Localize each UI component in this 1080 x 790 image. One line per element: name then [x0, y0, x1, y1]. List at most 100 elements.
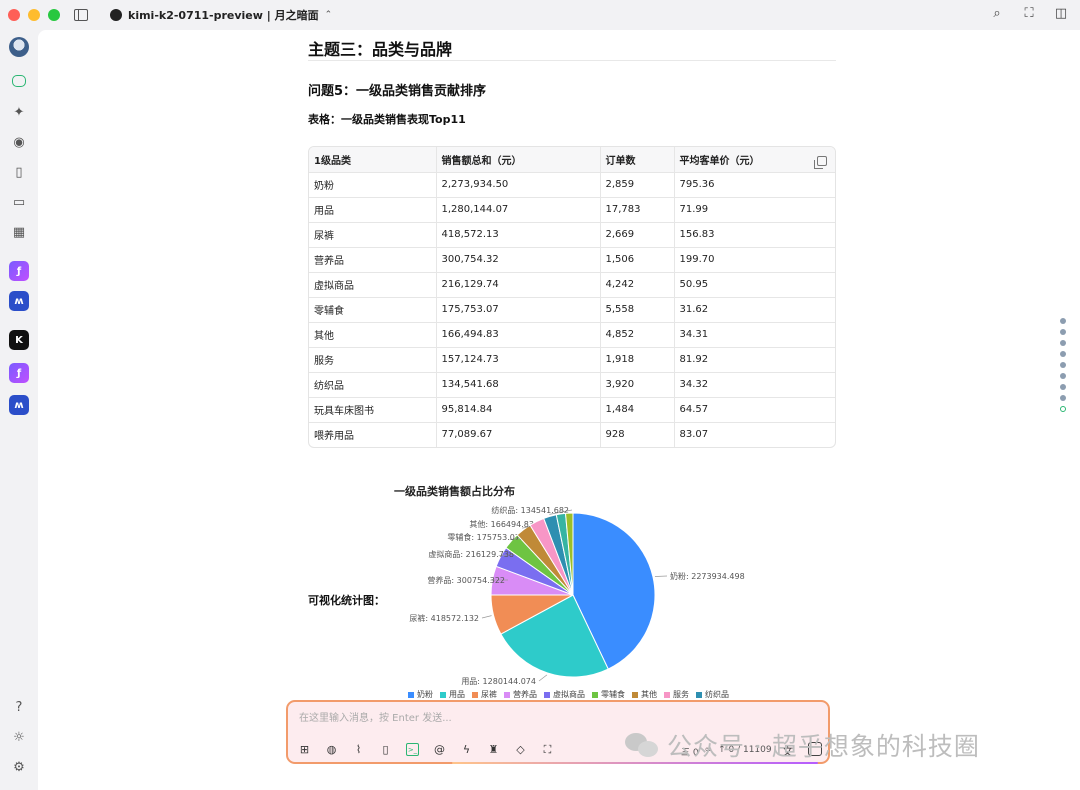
file-icon[interactable]: ▯	[9, 162, 29, 182]
table-header-cell: 销售额总和（元）	[436, 147, 601, 173]
table-cell: 175,753.07	[436, 297, 601, 323]
toggle-sidebar-icon[interactable]	[74, 9, 88, 21]
legend-item[interactable]: 奶粉	[408, 689, 433, 700]
search-icon[interactable]: ⌕	[990, 7, 1004, 21]
brush-icon[interactable]: ♜	[487, 743, 500, 756]
app-k-icon[interactable]: K	[9, 330, 29, 350]
legend-swatch	[592, 691, 598, 698]
legend-item[interactable]: 虚拟商品	[544, 689, 585, 700]
table-cell: 83.07	[679, 429, 709, 441]
lightning-icon[interactable]: ϟ	[460, 743, 473, 756]
legend-label: 用品	[449, 690, 465, 699]
table-row: 虚拟商品 216,129.74 4,242 50.95	[309, 272, 835, 298]
nav-dot[interactable]	[1060, 395, 1066, 401]
chat-content: 主题三：品类与品牌 问题5：一级品类销售贡献排序 表格：一级品类销售表现Top1…	[38, 30, 1080, 790]
heading-divider	[308, 60, 836, 61]
eraser-icon[interactable]: ◇	[514, 743, 527, 756]
document-icon[interactable]: ▯	[379, 743, 392, 756]
pie-chart: 奶粉: 2273934.498 用品: 1280144.074 尿裤: 418572…	[384, 473, 762, 703]
table-row: 玩具车床图书 95,814.84 1,484 64.57	[309, 397, 835, 423]
legend-item[interactable]: 营养品	[504, 689, 537, 700]
table-cell: 17,783	[600, 197, 675, 223]
app-purple-icon[interactable]: ƒ	[9, 261, 29, 281]
chart-legend: 奶粉 用品 尿裤 营养品 虚拟商品 零辅食 其他 服务 纺织品	[408, 689, 729, 700]
close-window-button[interactable]	[8, 9, 20, 21]
input-toolbar: ⊞ ◍ ⌇ ▯ >_ @ ϟ ♜ ◇ ⛶	[298, 743, 554, 756]
nav-dot[interactable]	[1060, 351, 1066, 357]
new-chat-icon[interactable]: ⊞	[298, 743, 311, 756]
nav-dot[interactable]	[1060, 340, 1066, 346]
right-panel-icon[interactable]: ◫	[1054, 7, 1068, 21]
slice-label: 奶粉: 2273934.498	[670, 571, 745, 581]
help-icon[interactable]: ?	[9, 697, 29, 717]
legend-item[interactable]: 用品	[440, 689, 465, 700]
legend-item[interactable]: 服务	[664, 689, 689, 700]
model-selector-chevron-icon[interactable]: ⌃	[325, 10, 333, 20]
user-avatar[interactable]	[9, 37, 29, 57]
apps-grid-icon[interactable]: ▦	[9, 222, 29, 242]
table-caption: 表格：一级品类销售表现Top11	[308, 113, 466, 126]
table-cell: 用品	[309, 197, 437, 223]
nav-dot[interactable]	[1060, 406, 1066, 412]
legend-item[interactable]: 其他	[632, 689, 657, 700]
legend-label: 尿裤	[481, 690, 497, 699]
model-selector-title[interactable]: kimi-k2-0711-preview | 月之暗面	[128, 7, 319, 23]
slice-label-line	[654, 575, 668, 577]
table-cell: 199.70	[674, 247, 835, 273]
terminal-icon[interactable]: >_	[406, 743, 419, 756]
nav-dot[interactable]	[1060, 384, 1066, 390]
table-cell: 奶粉	[309, 172, 437, 198]
copy-table-icon[interactable]	[814, 156, 827, 169]
legend-label: 服务	[673, 690, 689, 699]
legend-swatch	[632, 691, 638, 698]
settings-gear-icon[interactable]: ⚙	[9, 757, 29, 777]
maximize-window-button[interactable]	[48, 9, 60, 21]
nav-dot[interactable]	[1060, 318, 1066, 324]
fullscreen-icon[interactable]: ⛶	[541, 743, 554, 756]
table-cell: 4,852	[600, 322, 675, 348]
sparkle-icon[interactable]: ✦	[9, 102, 29, 122]
globe-icon[interactable]: ◍	[325, 743, 338, 756]
table-cell: 尿裤	[309, 222, 437, 248]
nav-dot[interactable]	[1060, 362, 1066, 368]
chat-icon[interactable]	[12, 75, 26, 87]
wechat-icon	[625, 731, 659, 759]
mention-icon[interactable]: @	[433, 743, 446, 756]
table-cell: 1,280,144.07	[436, 197, 601, 223]
expand-view-icon[interactable]: ⛶	[1022, 7, 1036, 21]
model-logo-icon	[110, 9, 122, 21]
nav-dot[interactable]	[1060, 329, 1066, 335]
section-heading: 主题三：品类与品牌	[308, 40, 453, 59]
message-input-placeholder[interactable]: 在这里输入消息，按 Enter 发送...	[299, 709, 452, 724]
theme-sun-icon[interactable]: ☼	[9, 727, 29, 747]
legend-item[interactable]: 尿裤	[472, 689, 497, 700]
palette-icon[interactable]: ◉	[9, 132, 29, 152]
app-blue-icon[interactable]: ʍ	[9, 291, 29, 311]
attach-icon[interactable]: ⌇	[352, 743, 365, 756]
window-controls	[8, 9, 60, 21]
slice-label: 零辅食: 175753.072	[447, 532, 525, 542]
nav-dot[interactable]	[1060, 373, 1066, 379]
table-row: 服务 157,124.73 1,918 81.92	[309, 347, 835, 373]
table-cell: 2,859	[600, 172, 675, 198]
app-purple-2-icon[interactable]: ƒ	[9, 363, 29, 383]
table-cell: 其他	[309, 322, 437, 348]
legend-label: 虚拟商品	[553, 690, 585, 699]
slice-label-line	[481, 615, 492, 619]
table-header-cell: 平均客单价（元）	[674, 147, 835, 173]
table-cell: 营养品	[309, 247, 437, 273]
message-navigation-dots	[1060, 318, 1066, 412]
title-bar: kimi-k2-0711-preview | 月之暗面 ⌃ ⌕ ⛶ ◫	[0, 0, 1080, 30]
minimize-window-button[interactable]	[28, 9, 40, 21]
legend-label: 奶粉	[417, 690, 433, 699]
legend-item[interactable]: 零辅食	[592, 689, 625, 700]
folder-icon[interactable]: ▭	[9, 192, 29, 212]
table-cell: 134,541.68	[436, 372, 601, 398]
legend-swatch	[472, 691, 478, 698]
legend-item[interactable]: 纺织品	[696, 689, 729, 700]
app-blue-2-icon[interactable]: ʍ	[9, 395, 29, 415]
left-rail: ✦ ◉ ▯ ▭ ▦ ƒ ʍ K ƒ ʍ ? ☼ ⚙	[0, 30, 38, 790]
visualization-label: 可视化统计图：	[308, 594, 385, 607]
table-cell: 50.95	[674, 272, 835, 298]
slice-label-line	[538, 674, 548, 682]
